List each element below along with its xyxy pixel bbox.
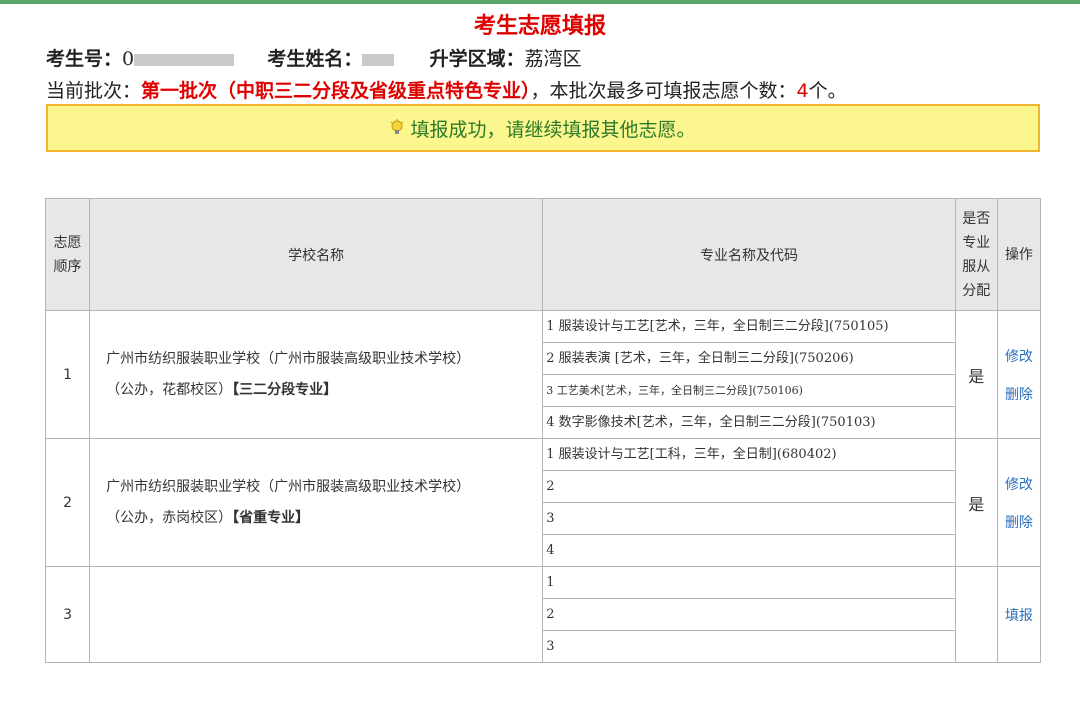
school-tag: 【省重专业】 (232, 509, 310, 526)
row-ops: 填报 (996, 566, 1042, 663)
major-text: 4 (546, 543, 555, 558)
batch-prefix: 当前批次： (46, 80, 142, 102)
student-name-masked (362, 54, 395, 66)
row-order: 2 (44, 438, 91, 567)
major-text: 3 工艺美术[艺术，三年，全日制三二分段](750106) (546, 384, 803, 397)
row-majors: 1 2 3 (542, 566, 956, 663)
edit-link[interactable]: 修改 (998, 474, 1040, 494)
top-accent-line (0, 0, 1080, 4)
major-item: 2 (543, 599, 956, 631)
major-item: 1 (543, 567, 956, 599)
header-order: 志愿顺序 (44, 198, 91, 311)
major-text: 1 服装设计与工艺[艺术，三年，全日制三二分段](750105) (546, 319, 889, 334)
batch-middle-text: ，本批次最多可填报志愿个数： (530, 80, 797, 102)
delete-link[interactable]: 删除 (998, 512, 1040, 532)
major-text: 1 (546, 575, 555, 590)
school-name: 广州市纺织服装职业学校（广州市服装高级职业技术学校） (106, 350, 471, 367)
header-obey: 是否专业服从分配 (954, 198, 998, 311)
row-school: 广州市纺织服装职业学校（广州市服装高级职业技术学校） （公办，赤岗校区）【省重专… (89, 438, 544, 567)
school-tag: 【三二分段专业】 (232, 381, 338, 398)
table-row: 1 广州市纺织服装职业学校（广州市服装高级职业技术学校） （公办，花都校区）【三… (44, 310, 1042, 439)
major-item: 1 服装设计与工艺[艺术，三年，全日制三二分段](750105) (543, 311, 956, 343)
major-item: 3 工艺美术[艺术，三年，全日制三二分段](750106) (543, 375, 956, 407)
batch-info-row: 当前批次：第一批次（中职三二分段及省级重点特色专业），本批次最多可填报志愿个数：… (46, 76, 847, 103)
row-order: 1 (44, 310, 91, 439)
delete-link[interactable]: 删除 (998, 384, 1040, 404)
row-school (89, 566, 544, 663)
school-campus: （公办，赤岗校区） (106, 509, 233, 526)
table-row: 2 广州市纺织服装职业学校（广州市服装高级职业技术学校） （公办，赤岗校区）【省… (44, 438, 1042, 567)
student-id-masked (134, 54, 235, 66)
row-majors: 1 服装设计与工艺[工科，三年，全日制](680402) 2 3 4 (542, 438, 956, 567)
major-item: 4 (543, 535, 955, 566)
table-header-row: 志愿顺序 学校名称 专业名称及代码 是否专业服从分配 操作 (44, 198, 1042, 311)
row-obey (954, 566, 998, 663)
row-order: 3 (44, 566, 91, 663)
major-item: 1 服装设计与工艺[工科，三年，全日制](680402) (543, 439, 956, 471)
school-campus: （公办，花都校区） (106, 381, 233, 398)
student-info-row: 考生号：0 考生姓名： 升学区域：荔湾区 (46, 44, 582, 71)
student-id-value: 0 (122, 48, 135, 70)
school-name: 广州市纺织服装职业学校（广州市服装高级职业技术学校） (106, 478, 471, 495)
fill-link[interactable]: 填报 (998, 605, 1040, 625)
header-ops: 操作 (996, 198, 1042, 311)
major-text: 2 服装表演 [艺术，三年，全日制三二分段](750206) (546, 351, 854, 366)
major-item: 4 数字影像技术[艺术，三年，全日制三二分段](750103) (543, 407, 955, 438)
edit-link[interactable]: 修改 (998, 346, 1040, 366)
district-label: 升学区域： (429, 48, 525, 70)
major-item: 2 服装表演 [艺术，三年，全日制三二分段](750206) (543, 343, 956, 375)
header-obey-label: 是否专业服从分配 (962, 210, 991, 299)
batch-suffix: 个。 (808, 80, 847, 102)
batch-max-count: 4 (796, 80, 809, 102)
row-obey: 是 (954, 310, 998, 439)
row-ops: 修改 删除 (996, 438, 1042, 567)
major-text: 3 (546, 511, 555, 526)
row-ops: 修改 删除 (996, 310, 1042, 439)
major-item: 3 (543, 503, 956, 535)
header-major: 专业名称及代码 (542, 198, 956, 311)
district-value: 荔湾区 (524, 48, 582, 70)
header-school: 学校名称 (89, 198, 544, 311)
major-text: 2 (546, 607, 555, 622)
major-item: 2 (543, 471, 956, 503)
page-title: 考生志愿填报 (473, 14, 606, 39)
notice-message: 填报成功，请继续填报其他志愿。 (410, 118, 696, 141)
batch-name: 第一批次（中职三二分段及省级重点特色专业） (141, 80, 531, 102)
table-row: 3 1 2 3 填报 (44, 566, 1042, 663)
major-text: 4 数字影像技术[艺术，三年，全日制三二分段](750103) (546, 415, 876, 430)
student-name-label: 考生姓名： (267, 48, 363, 70)
major-text: 1 服装设计与工艺[工科，三年，全日制](680402) (546, 447, 837, 462)
lightbulb-icon (390, 119, 404, 137)
row-school: 广州市纺织服装职业学校（广州市服装高级职业技术学校） （公办，花都校区）【三二分… (89, 310, 544, 439)
school-campus-line: （公办，花都校区）【三二分段专业】 (106, 375, 526, 406)
row-obey: 是 (954, 438, 998, 567)
application-table: 志愿顺序 学校名称 专业名称及代码 是否专业服从分配 操作 1 广州市纺织服装职… (44, 198, 1042, 663)
row-majors: 1 服装设计与工艺[艺术，三年，全日制三二分段](750105) 2 服装表演 … (542, 310, 956, 439)
major-item: 3 (543, 631, 955, 662)
header-order-label: 志愿顺序 (53, 234, 82, 275)
student-id-label: 考生号： (46, 48, 123, 70)
major-text: 3 (546, 639, 555, 654)
success-notice: 填报成功，请继续填报其他志愿。 (46, 104, 1040, 152)
major-text: 2 (546, 479, 555, 494)
school-campus-line: （公办，赤岗校区）【省重专业】 (106, 503, 526, 534)
